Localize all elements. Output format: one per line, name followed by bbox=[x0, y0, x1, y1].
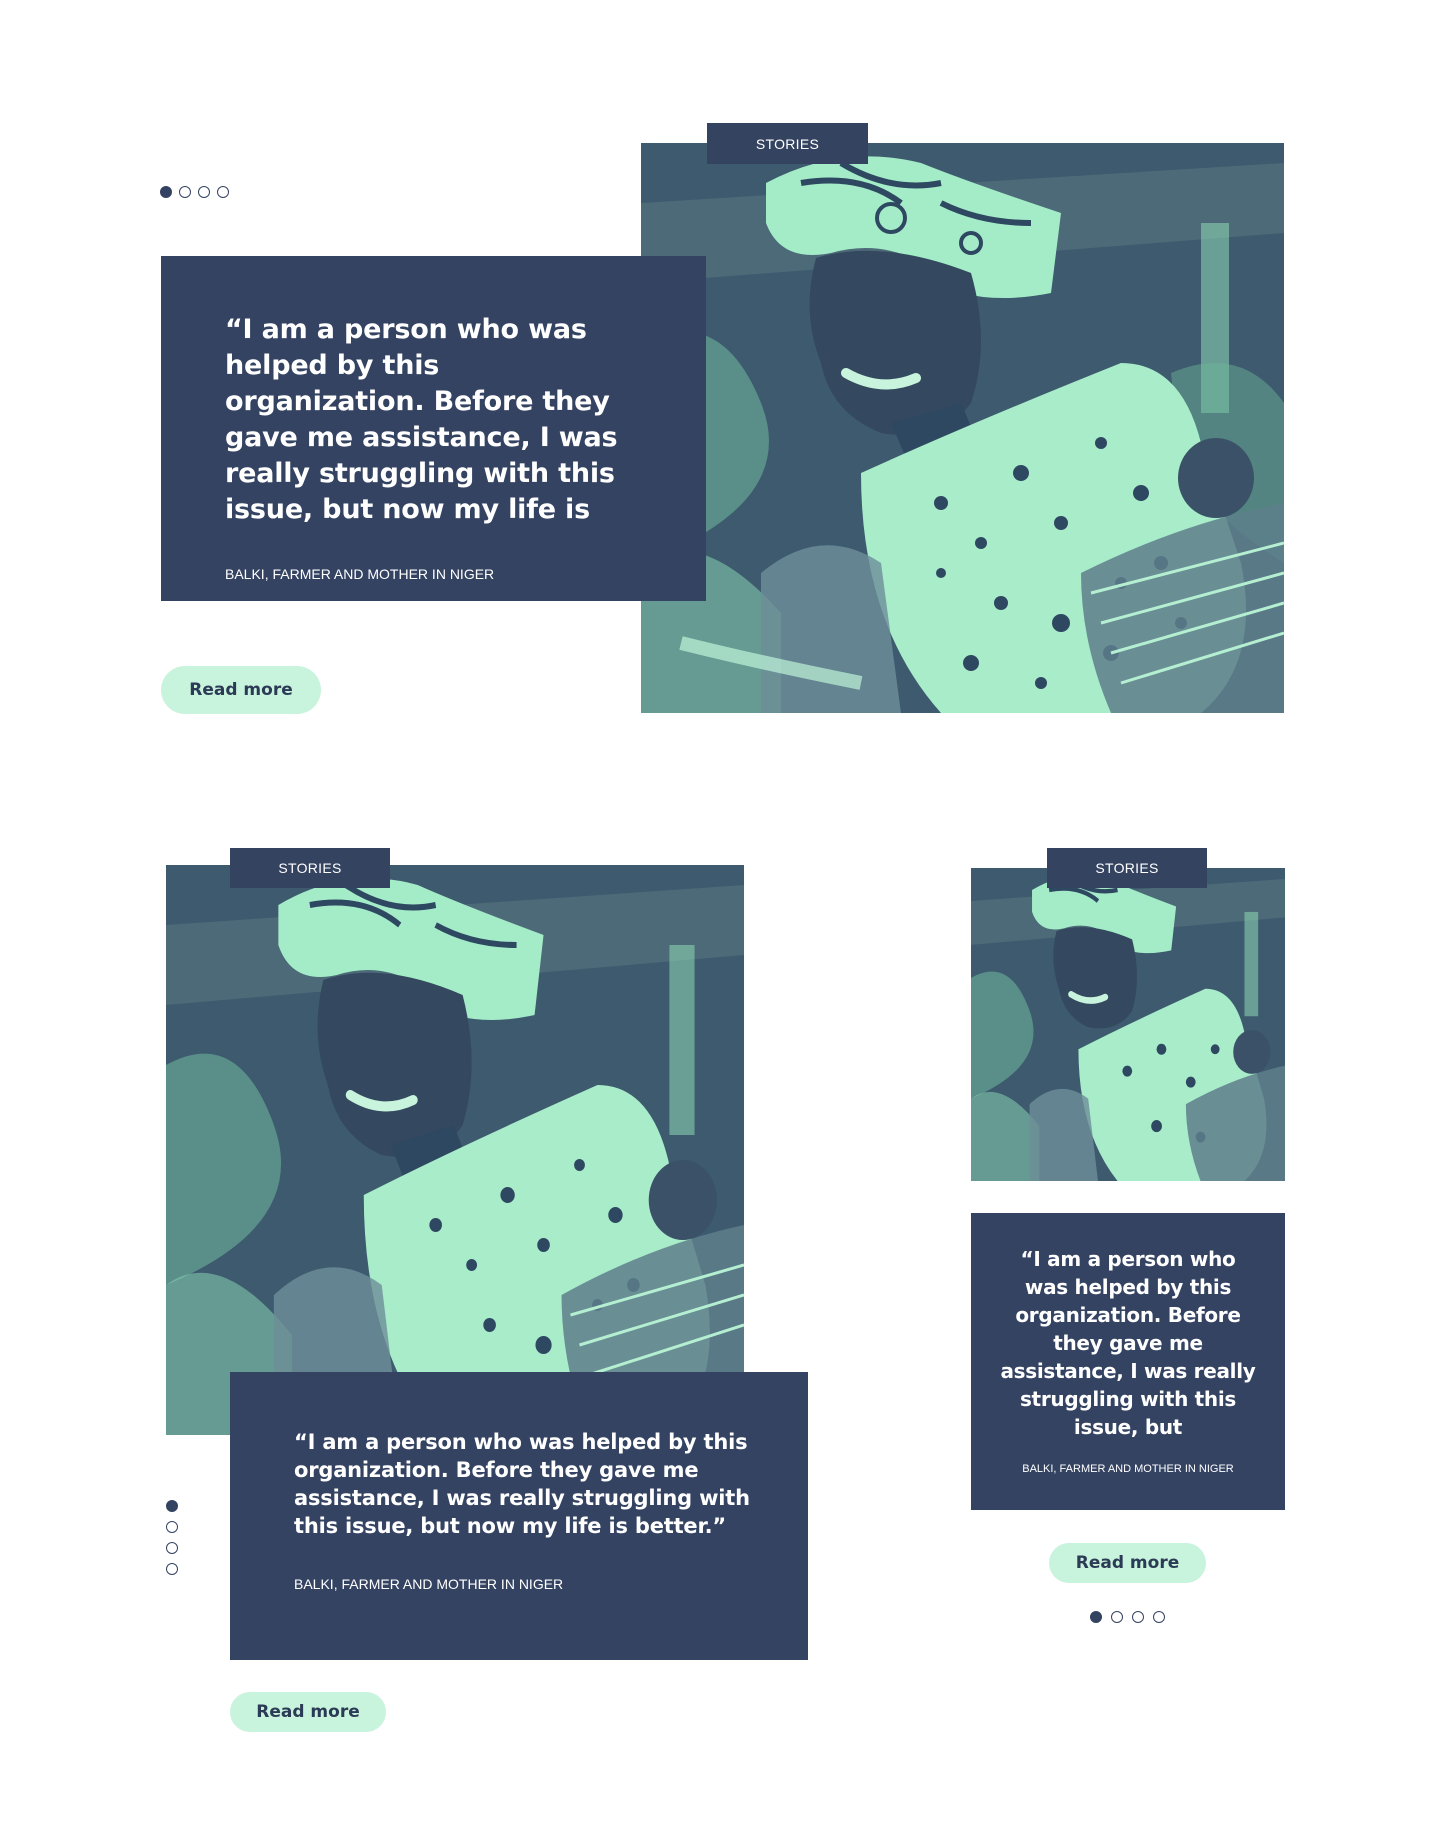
quote-text-mobile: “I am a person who was helped by this or… bbox=[1000, 1247, 1256, 1439]
pagination-dot-2[interactable] bbox=[179, 186, 191, 198]
pagination-dot-3[interactable] bbox=[198, 186, 210, 198]
attribution-desktop: BALKI, FARMER AND MOTHER IN NIGER bbox=[225, 566, 495, 582]
pagination-dot-1[interactable] bbox=[166, 1500, 178, 1512]
story-photo-desktop bbox=[641, 143, 1284, 713]
read-more-button-tablet[interactable]: Read more bbox=[230, 1692, 386, 1732]
pagination-dot-4[interactable] bbox=[1153, 1611, 1165, 1623]
portrait-photo-icon bbox=[641, 143, 1284, 713]
pagination-dot-1[interactable] bbox=[1090, 1611, 1102, 1623]
quote-text-desktop: “I am a person who was helped by this or… bbox=[225, 314, 618, 525]
stories-tag-desktop: STORIES bbox=[707, 123, 868, 164]
read-more-button-mobile[interactable]: Read more bbox=[1049, 1543, 1206, 1583]
quote-text-tablet: “I am a person who was helped by this or… bbox=[294, 1430, 750, 1538]
pagination-dot-2[interactable] bbox=[166, 1521, 178, 1533]
pagination-dots-desktop bbox=[160, 186, 229, 198]
pagination-dot-4[interactable] bbox=[166, 1563, 178, 1575]
pagination-dot-1[interactable] bbox=[160, 186, 172, 198]
quote-card-mobile: “I am a person who was helped by this or… bbox=[971, 1213, 1285, 1510]
pagination-dot-2[interactable] bbox=[1111, 1611, 1123, 1623]
portrait-photo-icon bbox=[971, 868, 1285, 1181]
stories-tag-tablet: STORIES bbox=[230, 848, 390, 888]
story-photo-tablet bbox=[166, 865, 744, 1435]
pagination-dot-3[interactable] bbox=[1132, 1611, 1144, 1623]
pagination-dots-mobile bbox=[1090, 1611, 1165, 1623]
quote-card-desktop: “I am a person who was helped by this or… bbox=[161, 256, 706, 601]
pagination-dot-4[interactable] bbox=[217, 186, 229, 198]
story-photo-mobile bbox=[971, 868, 1285, 1181]
attribution-tablet: BALKI, FARMER AND MOTHER IN NIGER bbox=[294, 1576, 564, 1592]
pagination-dots-tablet bbox=[166, 1500, 178, 1575]
portrait-photo-icon bbox=[166, 865, 744, 1435]
attribution-mobile: BALKI, FARMER AND MOTHER IN NIGER bbox=[1022, 1463, 1234, 1475]
pagination-dot-3[interactable] bbox=[166, 1542, 178, 1554]
stories-tag-mobile: STORIES bbox=[1047, 848, 1207, 888]
quote-card-tablet: “I am a person who was helped by this or… bbox=[230, 1372, 808, 1660]
read-more-button-desktop[interactable]: Read more bbox=[161, 666, 321, 714]
